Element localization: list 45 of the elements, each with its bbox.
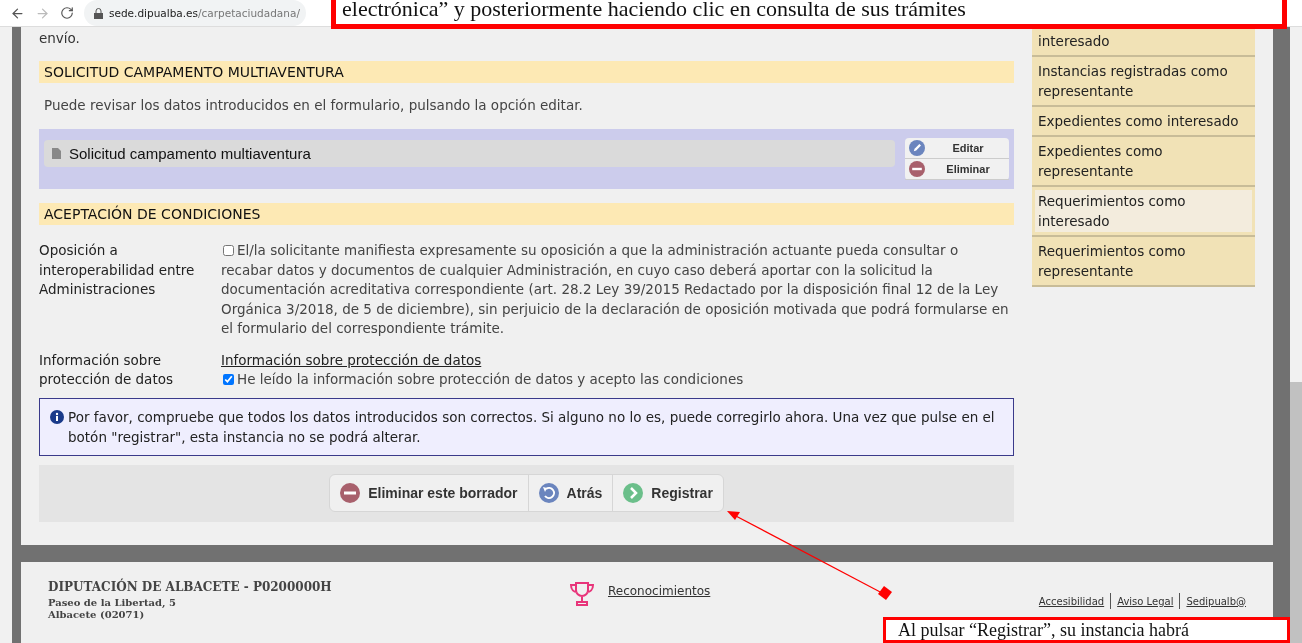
trophy-icon [568, 580, 596, 608]
section-heading: ACEPTACIÓN DE CONDICIONES [39, 203, 1014, 225]
lock-icon [94, 7, 103, 19]
pencil-icon [909, 140, 925, 156]
address-bar[interactable]: sede.dipualba.es/carpetaciudadana/ [84, 0, 306, 26]
next-button[interactable]: Registrar [612, 475, 723, 511]
hint-text: Puede revisar los datos introducidos en el formulario, pulsando la opción editar. [43, 96, 584, 115]
scrollbar-thumb[interactable] [1290, 382, 1302, 643]
sidebar-item[interactable]: Requerimientos como interesado [1032, 187, 1255, 237]
checkbox[interactable] [223, 245, 234, 256]
address-line: Paseo de la Libertad, 5 [48, 597, 177, 609]
footer-link[interactable]: Accesibilidad [1038, 595, 1105, 607]
checkbox-label[interactable]: He leído la información sobre protección de datos y acepto las condiciones [221, 370, 1014, 390]
document-title: Solicitud campamento multiaventura [69, 145, 311, 162]
sidebar-item[interactable]: Instancias registradas como representante [1032, 57, 1255, 107]
document-icon [52, 148, 61, 159]
sidebar-item[interactable]: Expedientes como representante [1032, 137, 1255, 187]
organization-name: DIPUTACIÓN DE ALBACETE - P0200000H [48, 580, 333, 594]
minus-circle-icon [909, 161, 925, 177]
notice-text: Por favor, compruebe que todos los datos introducidos son correctos. Si alguno no lo es, puede corregirlo ahora. Una vez que pulse en el botón "registrar", esta instancia no se podrá alterar. [68, 407, 996, 447]
reload-icon[interactable] [60, 6, 74, 20]
paragraph-text: envío. [39, 29, 81, 48]
back-button[interactable]: Atrás [527, 475, 613, 511]
undo-icon [538, 483, 559, 503]
sidebar-item[interactable]: Requerimientos como representante [1032, 237, 1255, 287]
edit-button[interactable]: Editar [905, 138, 1009, 159]
annotation-box: Al pulsar “Registrar”, su instancia habrá [883, 617, 1290, 643]
delete-button[interactable]: Eliminar [905, 159, 1009, 180]
sidebar-item[interactable]: interesado [1032, 27, 1255, 57]
footer-link[interactable]: Sedipualb@ [1186, 595, 1246, 607]
info-icon [50, 409, 64, 424]
footer-link[interactable]: Aviso Legal [1117, 595, 1174, 607]
address-line: Albacete (02071) [48, 609, 146, 621]
chevron-right-icon [623, 483, 644, 503]
awards-link[interactable]: Reconocimientos [608, 584, 711, 598]
section-heading: SOLICITUD CAMPAMENTO MULTIAVENTURA [39, 61, 1014, 83]
delete-button[interactable]: Eliminar este borrador [330, 475, 528, 511]
info-link[interactable]: Información sobre protección de datos [221, 350, 1014, 370]
field-label: Información sobre protección de datos [39, 350, 174, 389]
annotation-box: electrónica” y posteriormente haciendo clic en consulta de sus trámites [331, 0, 1287, 29]
checkbox-label[interactable]: El/la solicitante manifiesta expresamente su oposición a que la administración actuante pueda consultar o recabar datos y documentos de cualquier Administración, en cuyo caso deberá aportar con la solicitud la documentación acreditativa correspondiente (art. 28.2 Ley 39/2015 Redactado por la disposición final 12 de la Ley Orgánica 3/2018, de 5 de diciembre), sin perjuicio de la declaración de oposición motivada que podrá formularse en el formulario del correspondiente trámite. [221, 241, 1014, 339]
checkbox[interactable] [223, 374, 234, 385]
sidebar-item[interactable]: Expedientes como interesado [1032, 107, 1255, 137]
minus-circle-icon [340, 483, 361, 503]
field-label: Oposición a interoperabilidad entre Administraciones [39, 241, 196, 299]
